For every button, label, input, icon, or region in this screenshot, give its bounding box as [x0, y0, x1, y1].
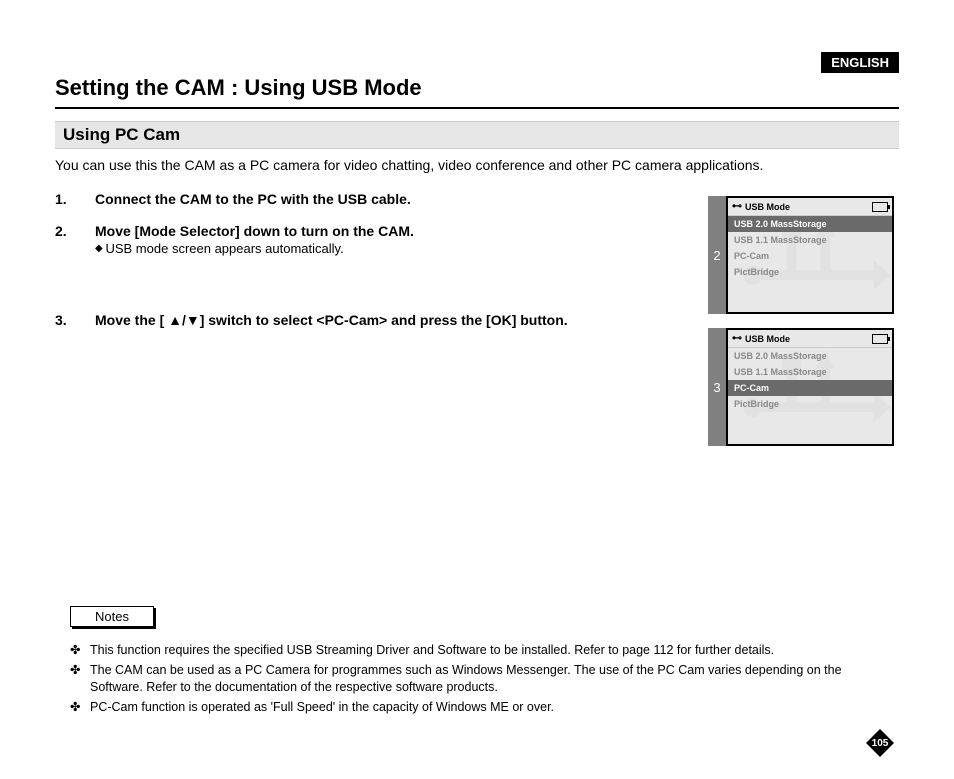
menu-item: USB 2.0 MassStorage: [728, 216, 892, 232]
page-number-badge: 105: [866, 729, 894, 757]
menu-item: USB 1.1 MassStorage: [728, 232, 892, 248]
steps-list: 1. Connect the CAM to the PC with the US…: [55, 191, 695, 328]
screen-number: 2: [708, 196, 726, 314]
device-screen: USB Mode USB 2.0 MassStorage USB 1.1 Mas…: [726, 196, 894, 314]
screen-wrap: 3 USB Mode USB 2.0 MassStorage USB 1.1 M…: [708, 328, 896, 446]
note-item: The CAM can be used as a PC Camera for p…: [70, 662, 894, 695]
menu-item: PC-Cam: [728, 248, 892, 264]
step-item: 1. Connect the CAM to the PC with the US…: [55, 191, 695, 207]
step-number: 1.: [55, 191, 95, 207]
menu-item: PC-Cam: [728, 380, 892, 396]
step-sub-text: USB mode screen appears automatically.: [95, 241, 414, 256]
screen-header: USB Mode: [728, 198, 892, 216]
usb-icon: [732, 333, 742, 344]
screen-header: USB Mode: [728, 330, 892, 348]
section-subtitle: Using PC Cam: [55, 121, 899, 149]
step-text: Connect the CAM to the PC with the USB c…: [95, 191, 411, 207]
battery-icon: [872, 334, 888, 344]
step-text: Move the [ ▲/▼] switch to select <PC-Cam…: [95, 312, 568, 328]
page-title: Setting the CAM : Using USB Mode: [55, 75, 899, 109]
notes-list: This function requires the specified USB…: [70, 642, 894, 719]
menu-item: USB 1.1 MassStorage: [728, 364, 892, 380]
step-number: 2.: [55, 223, 95, 256]
menu-item: PictBridge: [728, 264, 892, 280]
step-item: 3. Move the [ ▲/▼] switch to select <PC-…: [55, 312, 695, 328]
step-text: Move [Mode Selector] down to turn on the…: [95, 223, 414, 239]
language-badge: ENGLISH: [821, 52, 899, 73]
note-item: PC-Cam function is operated as 'Full Spe…: [70, 699, 894, 715]
screen-title: USB Mode: [745, 202, 790, 212]
screen-title: USB Mode: [745, 334, 790, 344]
device-screens: 2 USB Mode USB 2.0 MassStorage USB 1.1 M…: [708, 196, 896, 460]
menu-item: PictBridge: [728, 396, 892, 412]
page-number: 105: [866, 729, 894, 757]
battery-icon: [872, 202, 888, 212]
step-item: 2. Move [Mode Selector] down to turn on …: [55, 223, 695, 256]
screen-wrap: 2 USB Mode USB 2.0 MassStorage USB 1.1 M…: [708, 196, 896, 314]
usb-icon: [732, 201, 742, 212]
step-number: 3.: [55, 312, 95, 328]
screen-number: 3: [708, 328, 726, 446]
notes-label: Notes: [70, 606, 154, 627]
intro-text: You can use this the CAM as a PC camera …: [55, 157, 899, 173]
menu-item: USB 2.0 MassStorage: [728, 348, 892, 364]
device-screen: USB Mode USB 2.0 MassStorage USB 1.1 Mas…: [726, 328, 894, 446]
note-item: This function requires the specified USB…: [70, 642, 894, 658]
